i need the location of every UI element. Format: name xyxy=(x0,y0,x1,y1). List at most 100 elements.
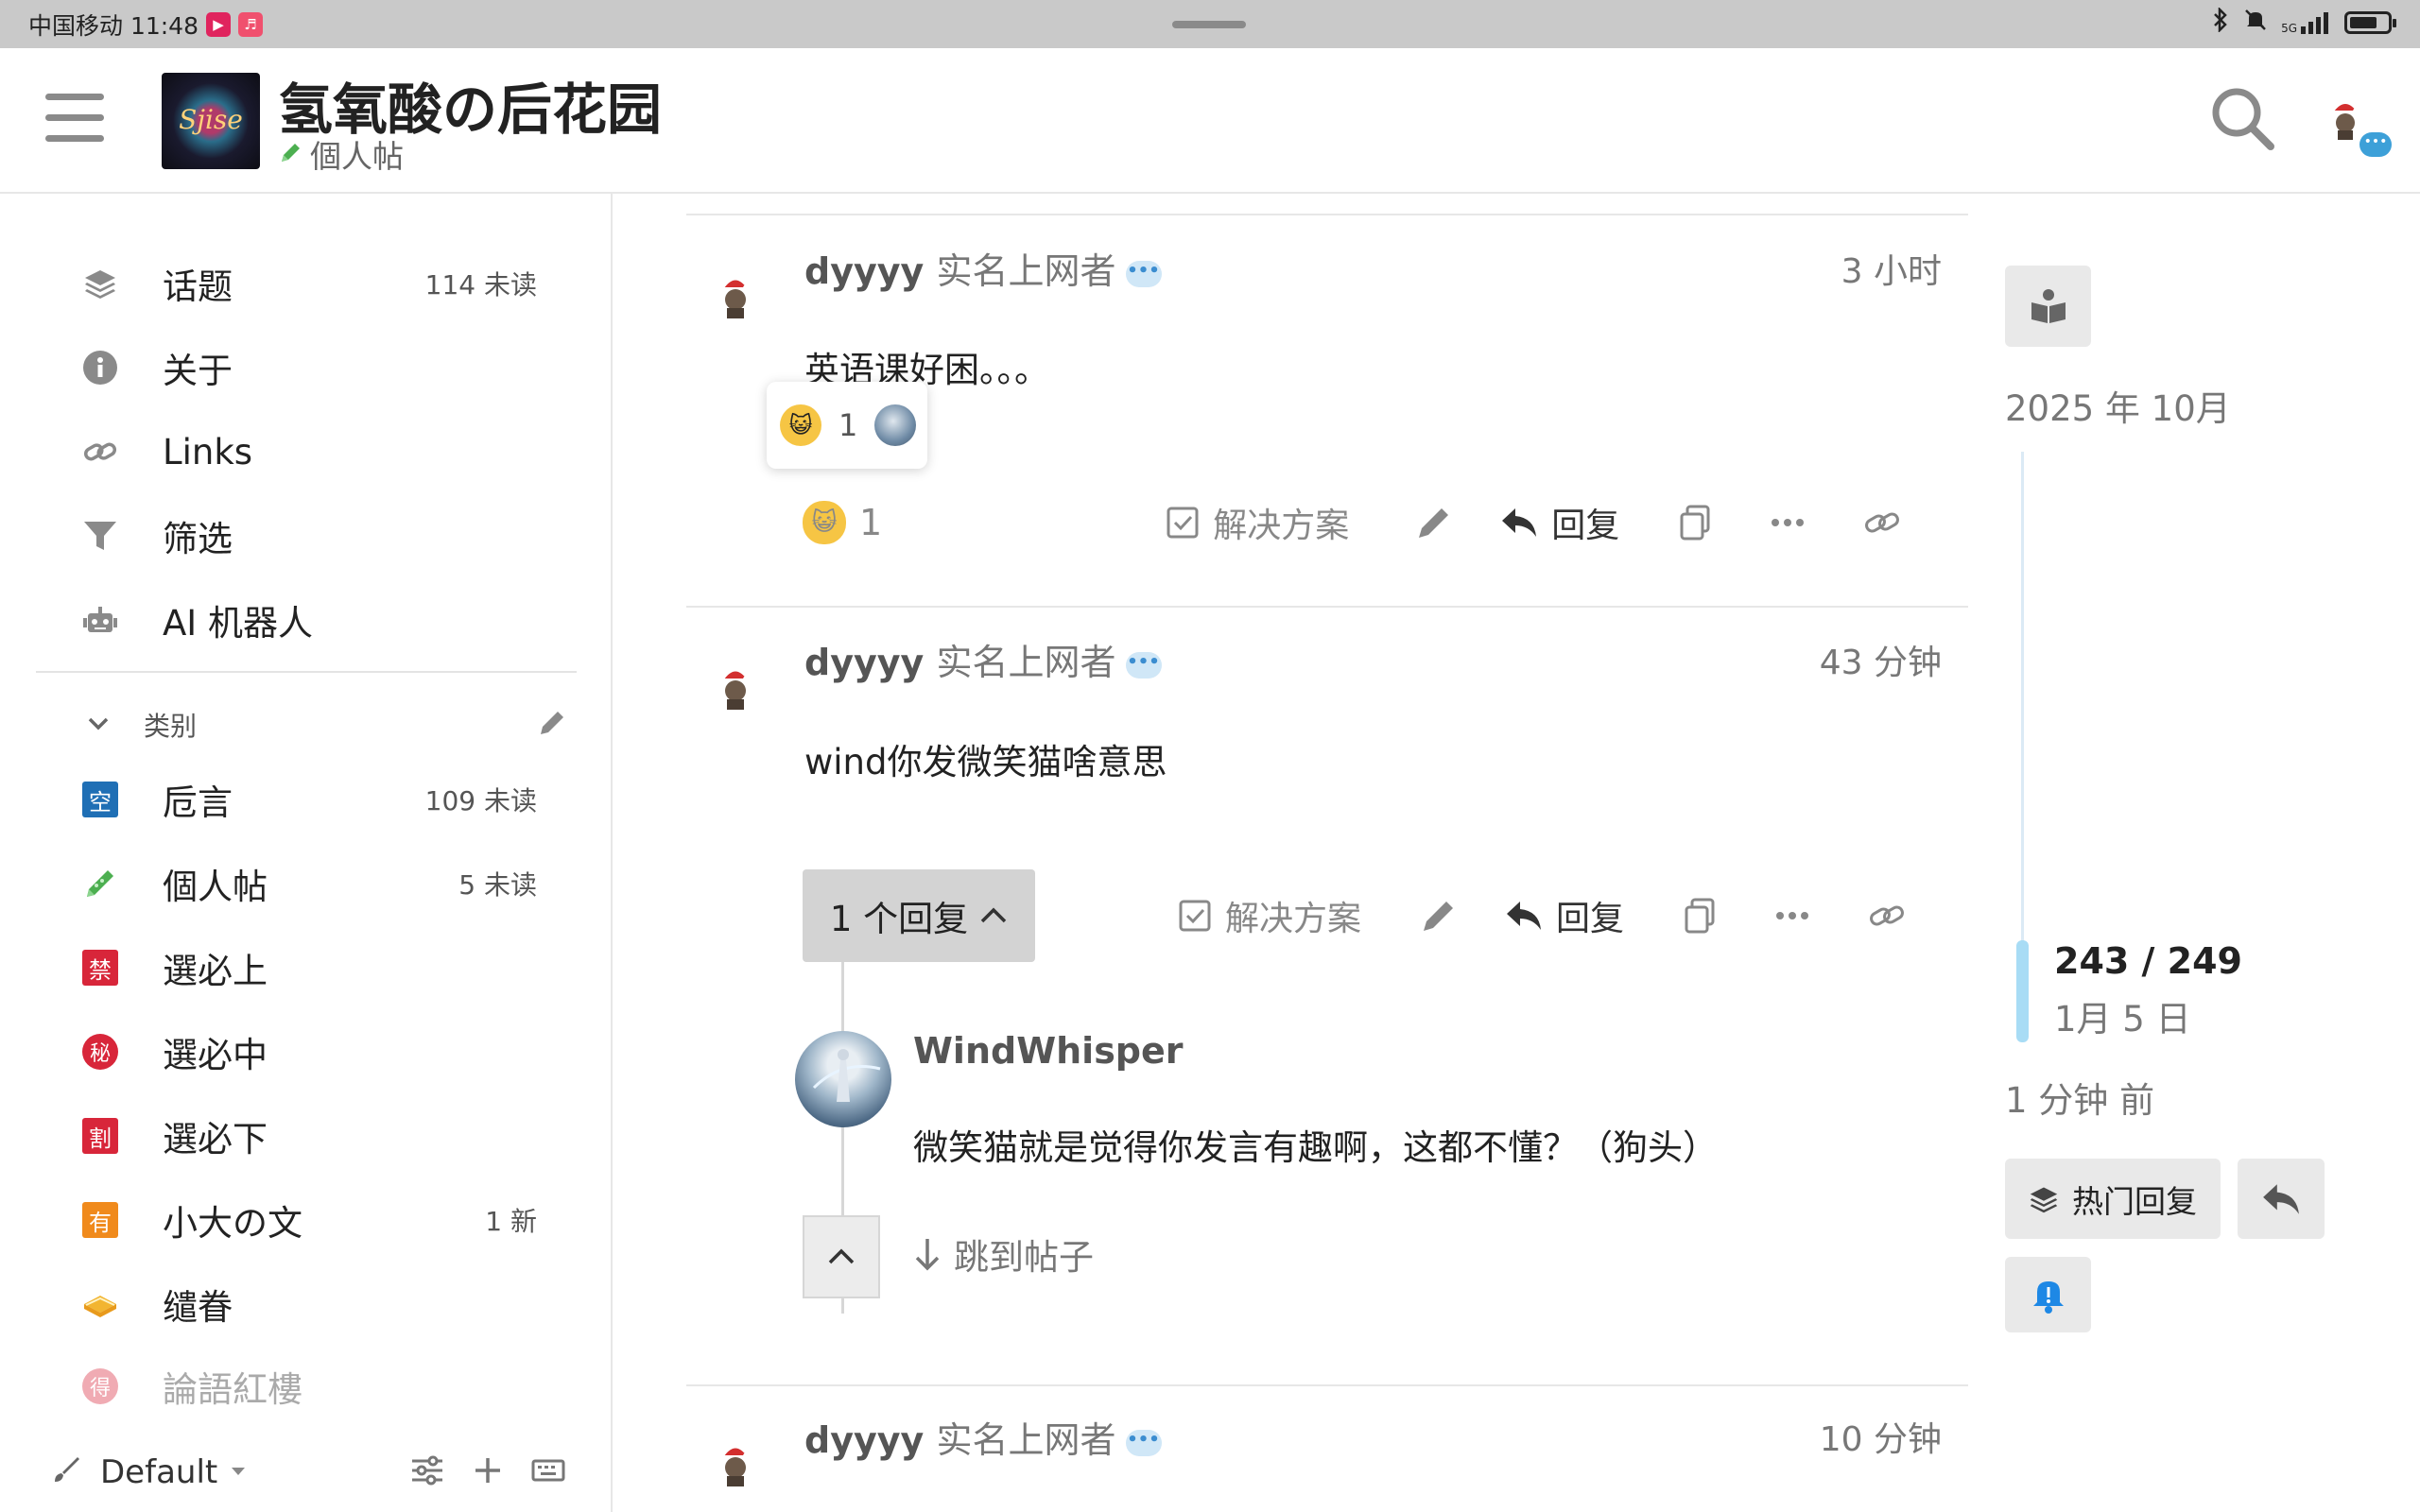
video-app-icon: ▶ xyxy=(206,12,231,37)
jump-label: 跳到帖子 xyxy=(954,1237,1094,1278)
post-divider xyxy=(686,214,1968,215)
sidebar-item-label: 卮言 xyxy=(163,782,233,823)
checkbox-icon xyxy=(1179,900,1211,932)
theme-selector[interactable]: Default xyxy=(100,1453,217,1491)
sidebar-item-label: AI 机器人 xyxy=(163,603,313,644)
search-icon[interactable] xyxy=(2208,84,2276,152)
sidebar-category-personal[interactable]: 個人帖 5 未读 xyxy=(81,855,554,912)
notification-level-button[interactable] xyxy=(2005,1257,2091,1332)
sidebar-divider xyxy=(36,671,577,673)
reply-arrow-icon xyxy=(1502,508,1537,537)
post-username[interactable]: dyyyy 实名上网者 ••• xyxy=(804,242,1162,294)
sidebar-item-ai-bot[interactable]: AI 机器人 xyxy=(81,592,554,648)
reader-mode-button[interactable] xyxy=(2005,266,2091,347)
status-bar: 中国移动 11:48 ▶ ♬ 5G xyxy=(0,0,2420,48)
carrier-time: 中国移动 11:48 xyxy=(28,12,199,40)
top-replies-button[interactable]: 热门回复 xyxy=(2005,1159,2221,1239)
hamburger-menu-icon[interactable] xyxy=(45,94,104,146)
sidebar-item-filter[interactable]: 筛选 xyxy=(81,507,554,564)
reply-button[interactable]: 回复 xyxy=(1500,498,1619,547)
timeline-track[interactable] xyxy=(2021,452,2024,943)
plus-icon[interactable] xyxy=(473,1455,503,1489)
jump-to-post-link[interactable]: 跳到帖子 xyxy=(914,1228,1094,1280)
chat-icon: ••• xyxy=(1125,1429,1162,1456)
chat-status-icon: ••• xyxy=(2360,132,2392,157)
replies-toggle-button[interactable]: 1 个回复 xyxy=(803,869,1035,962)
timeline-last-activity[interactable]: 1 分钟 前 xyxy=(2005,1072,2154,1123)
reacting-user-avatar[interactable] xyxy=(874,404,917,446)
sidebar-category-lunyu[interactable]: 得 論語紅樓 xyxy=(81,1358,554,1415)
timeline-start-date[interactable]: 2025 年 10月 xyxy=(2005,380,2231,431)
header-category[interactable]: 個人帖 xyxy=(278,131,404,177)
reaction-count: 1 xyxy=(859,502,883,543)
site-logo[interactable]: Sjise xyxy=(162,73,260,169)
edit-categories-icon[interactable] xyxy=(537,708,567,742)
more-options-icon[interactable] xyxy=(1771,518,1805,527)
sidebar-category-xuanbi-shang[interactable]: 禁 選必上 xyxy=(81,939,554,996)
sidebar-item-label: 关于 xyxy=(163,351,233,391)
sidebar-item-about[interactable]: 关于 xyxy=(81,339,554,396)
timeline-scroll-handle[interactable] xyxy=(2016,940,2029,1042)
checkbox-icon xyxy=(1167,507,1199,539)
timeline-position-date: 1月 5 日 xyxy=(2054,999,2191,1040)
edit-pencil-icon[interactable] xyxy=(1415,504,1453,541)
nested-reply-username[interactable]: WindWhisper xyxy=(913,1030,1184,1072)
post-divider xyxy=(686,606,1968,608)
reply-label: 回复 xyxy=(1551,507,1620,545)
sidebar-item-label: 缱眷 xyxy=(163,1287,233,1328)
site-header: Sjise 氢氧酸の后花园 個人帖 ••• xyxy=(0,48,2420,194)
smiley-cat-emoji-icon: 😺 xyxy=(780,404,821,446)
sidebar-category-xuanbi-xia[interactable]: 割 選必下 xyxy=(81,1108,554,1164)
post-avatar[interactable] xyxy=(713,664,758,710)
post-time[interactable]: 3 小时 xyxy=(1696,244,1942,293)
copy-link-icon[interactable] xyxy=(1683,898,1717,934)
chevron-down-icon[interactable] xyxy=(85,710,112,740)
collapse-replies-button[interactable] xyxy=(803,1215,880,1298)
post-avatar[interactable] xyxy=(713,273,758,318)
sidebar: 话题 114 未读 关于 Links 筛选 AI 机器人 类别 空 卮言 109… xyxy=(0,194,613,1512)
user-avatar[interactable] xyxy=(2325,98,2366,140)
reply-topic-button[interactable] xyxy=(2238,1159,2325,1239)
username-text: dyyyy xyxy=(804,1419,925,1461)
post-time[interactable]: 10 分钟 xyxy=(1696,1412,1942,1461)
share-link-icon[interactable] xyxy=(1868,900,1906,932)
share-link-icon[interactable] xyxy=(1863,507,1901,539)
solution-button[interactable]: 解决方案 xyxy=(1178,891,1361,940)
sidebar-item-topics[interactable]: 话题 114 未读 xyxy=(81,255,554,312)
music-app-icon: ♬ xyxy=(238,12,263,37)
categories-header[interactable]: 类别 xyxy=(85,704,567,746)
filter-icon xyxy=(81,517,119,555)
sidebar-category-zhiyan[interactable]: 空 卮言 109 未读 xyxy=(81,771,554,828)
post-username[interactable]: dyyyy 实名上网者 ••• xyxy=(804,1411,1162,1463)
post-avatar[interactable] xyxy=(713,1441,758,1486)
nested-reply-avatar[interactable] xyxy=(795,1031,891,1127)
layers-icon xyxy=(81,265,119,302)
solution-button[interactable]: 解决方案 xyxy=(1166,498,1349,547)
window-drag-handle[interactable] xyxy=(1172,21,1246,28)
solution-label: 解决方案 xyxy=(1213,507,1350,545)
post-divider xyxy=(686,1384,1968,1386)
unread-count: 114 未读 xyxy=(424,269,537,301)
sidebar-category-xuanbi-zhong[interactable]: 秘 選必中 xyxy=(81,1023,554,1080)
arrow-down-icon xyxy=(915,1239,940,1271)
customize-sidebar-icon[interactable] xyxy=(410,1455,444,1489)
sidebar-item-links[interactable]: Links xyxy=(81,423,554,480)
sidebar-item-label: 個人帖 xyxy=(163,867,268,907)
post-username[interactable]: dyyyy 实名上网者 ••• xyxy=(804,633,1162,685)
category-badge: 割 xyxy=(82,1118,118,1154)
sidebar-item-label: 筛选 xyxy=(163,519,233,559)
logo-text: Sjise xyxy=(179,104,243,135)
keyboard-icon[interactable] xyxy=(531,1457,565,1487)
category-badge: 得 xyxy=(82,1368,118,1404)
edit-pencil-icon[interactable] xyxy=(1420,897,1458,935)
copy-link-icon[interactable] xyxy=(1678,505,1712,541)
reaction-button[interactable]: 😺 1 xyxy=(803,501,882,544)
layers-icon xyxy=(2030,1187,2058,1212)
sidebar-item-label: 小大の文 xyxy=(163,1203,302,1244)
caret-down-icon[interactable] xyxy=(229,1461,248,1484)
sidebar-category-xiaoda[interactable]: 有 小大の文 1 新 xyxy=(81,1192,554,1248)
reply-button[interactable]: 回复 xyxy=(1505,891,1624,940)
more-options-icon[interactable] xyxy=(1775,911,1809,920)
post-time[interactable]: 43 分钟 xyxy=(1696,635,1942,684)
sidebar-category-qianjuan[interactable]: 缱眷 xyxy=(81,1276,554,1332)
